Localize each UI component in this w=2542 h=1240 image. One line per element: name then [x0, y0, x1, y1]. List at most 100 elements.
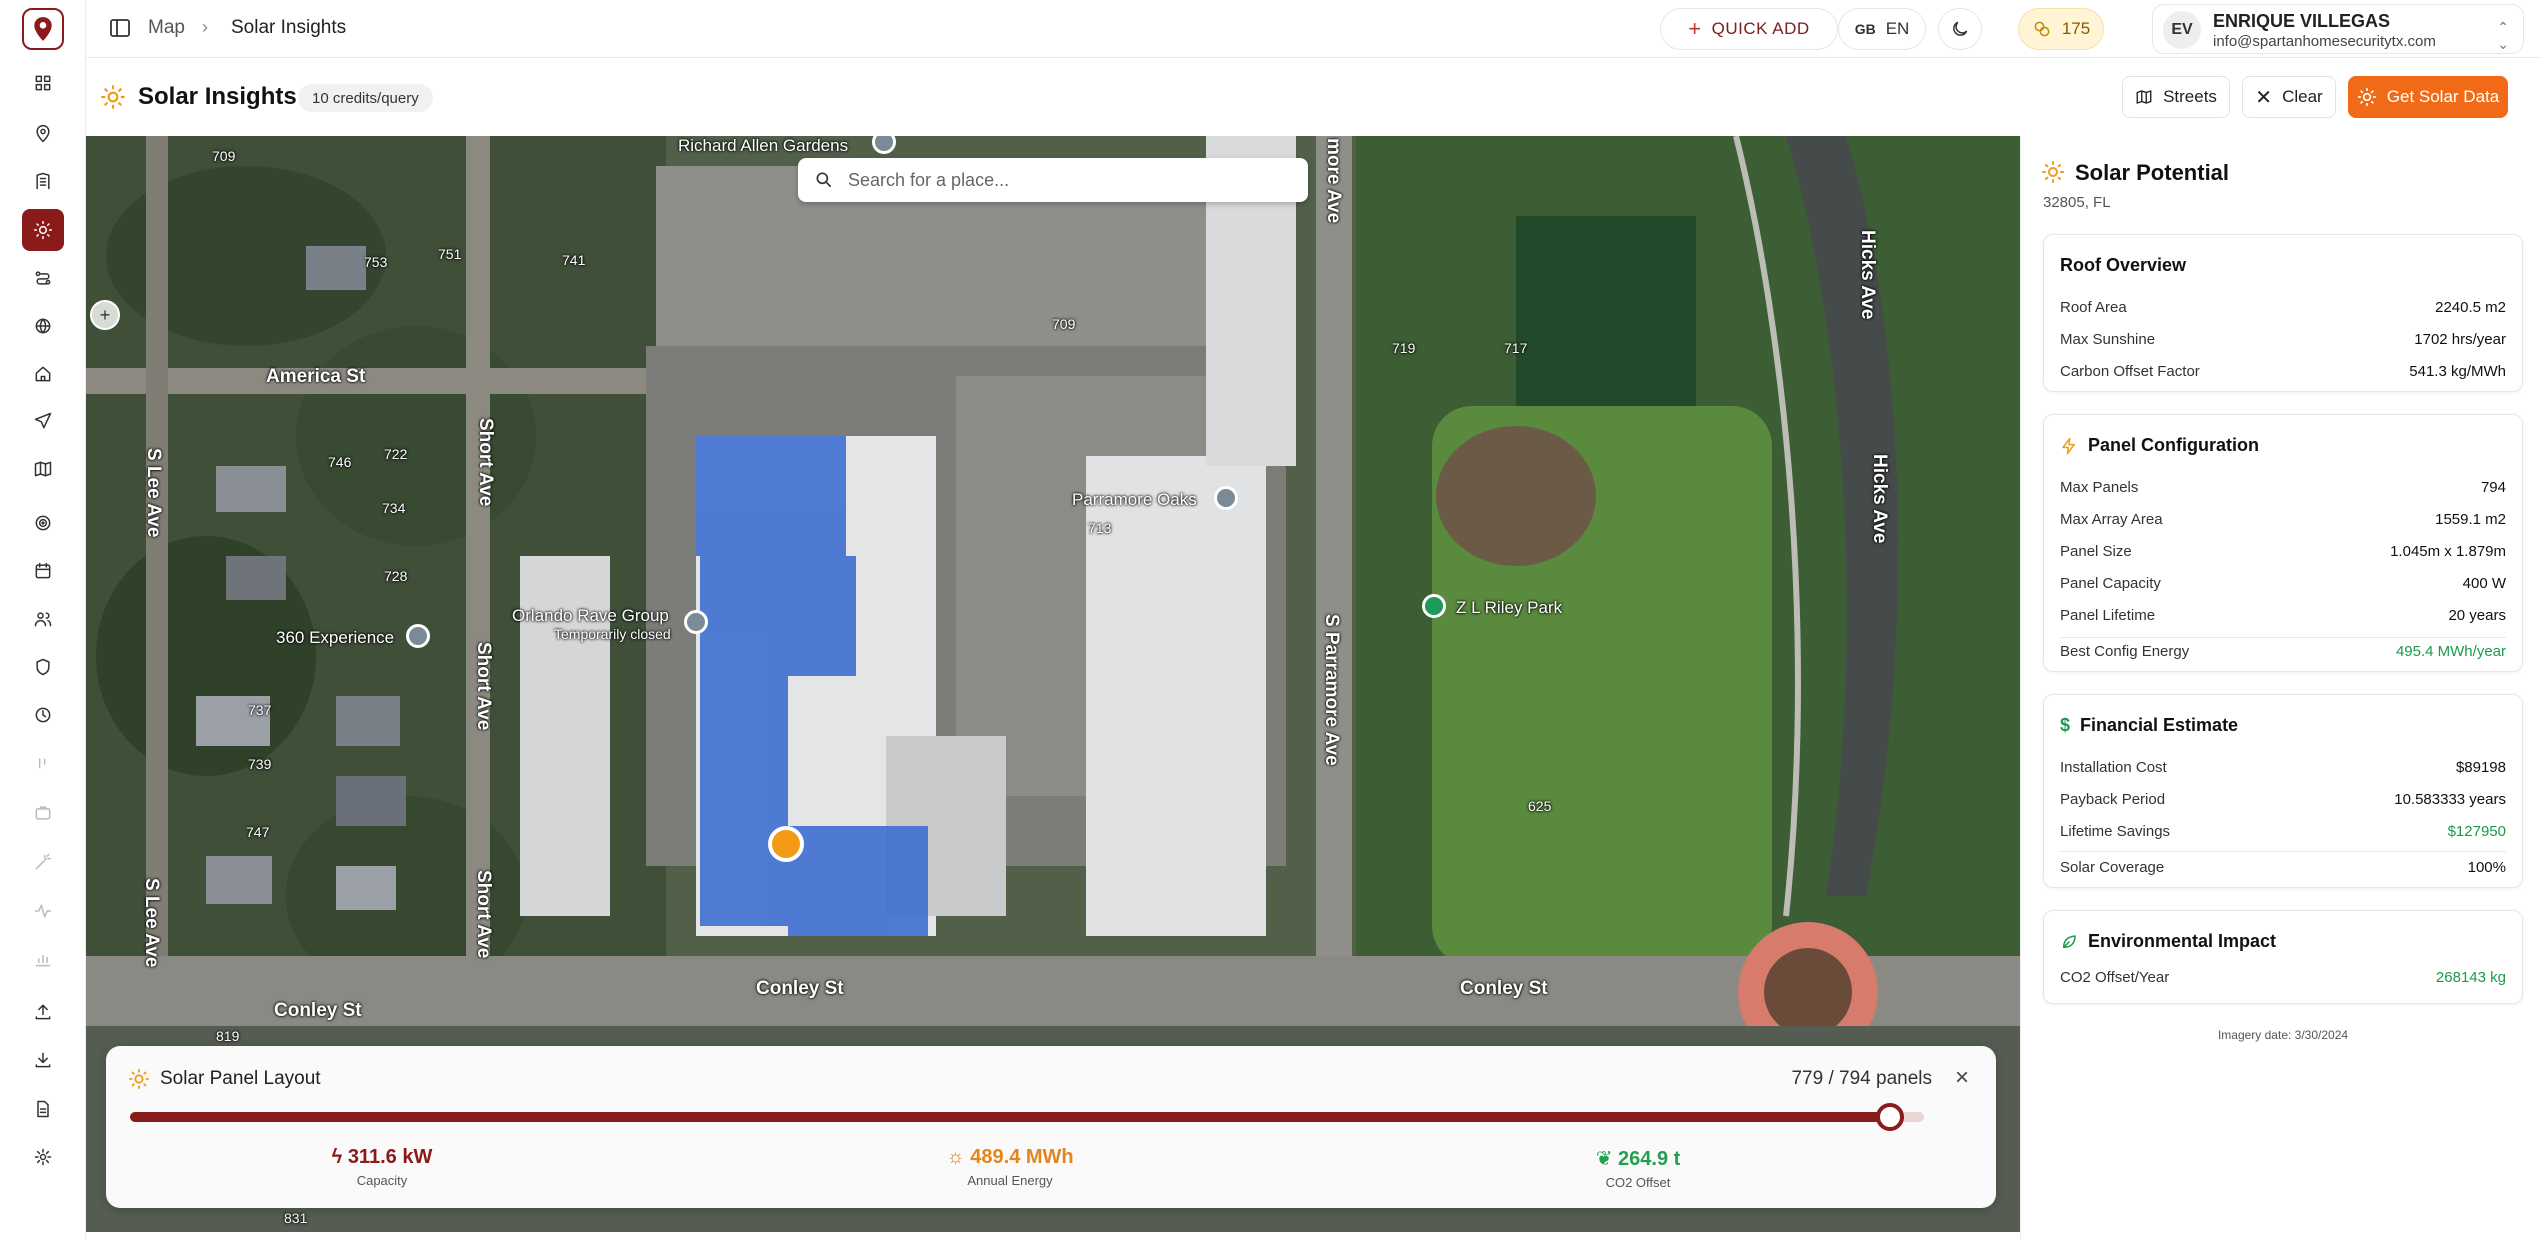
solar-potential-panel: Solar Potential 32805, FL Roof Overview …	[2020, 136, 2542, 1240]
map-house-number: 625	[1528, 798, 1552, 814]
user-menu[interactable]: EV ENRIQUE VILLEGAS info@spartanhomesecu…	[2152, 4, 2524, 54]
nav-download[interactable]	[22, 1039, 64, 1081]
clear-button[interactable]: ✕ Clear	[2242, 76, 2336, 118]
map-poi-park[interactable]	[1422, 594, 1446, 618]
divider	[2060, 851, 2506, 852]
panel-location: 32805, FL	[2043, 194, 2111, 211]
globe-icon	[35, 318, 51, 334]
map-house-number: 751	[438, 246, 462, 262]
breadcrumb-map[interactable]: Map	[148, 17, 185, 39]
map-house-number: 728	[384, 568, 408, 584]
sun-icon	[2357, 87, 2376, 107]
map-label-richard-allen: Richard Allen Gardens	[678, 136, 849, 155]
nav-globe[interactable]	[22, 305, 64, 347]
sun-icon	[128, 1068, 150, 1090]
map-poi-parramore-oaks[interactable]	[1214, 486, 1238, 510]
row-key: Max Array Area	[2060, 511, 2163, 528]
map-poi-orlando-rave[interactable]	[684, 610, 708, 634]
shield-icon	[36, 658, 50, 676]
satellite-map[interactable]: + Richard Allen Gardens America St Short…	[86, 136, 2020, 1232]
map-search-input[interactable]	[848, 166, 1288, 194]
flag-label: GB	[1854, 21, 1876, 37]
slider-handle[interactable]	[1875, 1103, 1904, 1131]
quick-add-label: QUICK ADD	[1711, 19, 1810, 38]
quick-add-button[interactable]: + QUICK ADD	[1660, 8, 1838, 50]
card-title: Panel Configuration	[2088, 435, 2259, 455]
map-icon	[2136, 90, 2152, 104]
map-label-conley-st-1: Conley St	[756, 978, 844, 999]
clear-label: Clear	[2282, 87, 2323, 106]
app-logo[interactable]	[22, 8, 64, 50]
panel-configuration-card: Panel Configuration Max Panels 794 Max Ar…	[2043, 414, 2523, 672]
nav-activity[interactable]	[22, 890, 64, 932]
theme-toggle-button[interactable]	[1938, 8, 1982, 50]
nav-upload[interactable]	[22, 991, 64, 1033]
close-icon[interactable]: ×	[1948, 1064, 1976, 1092]
nav-analytics[interactable]	[22, 938, 64, 980]
map-poi-360-experience[interactable]	[406, 624, 430, 648]
language-selector[interactable]: GB EN	[1838, 8, 1926, 50]
row-lifetime-savings: Lifetime Savings $127950	[2060, 823, 2506, 845]
nav-documents[interactable]	[22, 1088, 64, 1130]
map-label-short-ave-3: Short Ave	[473, 870, 494, 959]
nav-briefcase[interactable]	[22, 792, 64, 834]
streets-button[interactable]: Streets	[2122, 76, 2230, 118]
row-best-config-energy: Best Config Energy 495.4 MWh/year	[2060, 643, 2506, 665]
nav-history[interactable]	[22, 694, 64, 736]
get-solar-data-button[interactable]: Get Solar Data	[2348, 76, 2508, 118]
sidebar-toggle-icon[interactable]	[108, 16, 132, 40]
upload-icon	[35, 1004, 51, 1020]
map-control-button[interactable]: +	[90, 300, 120, 330]
map-house-number: 709	[1052, 316, 1076, 332]
leaf-icon: ❦	[1595, 1148, 1619, 1170]
row-key: CO2 Offset/Year	[2060, 969, 2170, 986]
nav-security[interactable]	[22, 646, 64, 688]
selected-building-marker[interactable]	[768, 826, 804, 862]
panel-count-slider[interactable]	[130, 1103, 1924, 1131]
map-search-box[interactable]	[798, 158, 1308, 202]
co2-offset-value: 264.9 t	[1618, 1148, 1681, 1170]
row-key: Max Panels	[2060, 479, 2139, 496]
clock-icon	[35, 707, 51, 723]
map-label-s-lee-ave-1: S Lee Ave	[143, 448, 164, 538]
sun-icon: ☼	[946, 1146, 971, 1168]
nav-buildings[interactable]	[22, 160, 64, 202]
user-email: info@spartanhomesecuritytx.com	[2213, 33, 2436, 50]
panel-title: Solar Potential	[2075, 160, 2230, 185]
map-label-more-ave: more Ave	[1323, 138, 1344, 224]
nav-send[interactable]	[22, 400, 64, 442]
nav-users[interactable]	[22, 598, 64, 640]
row-installation-cost: Installation Cost $89198	[2060, 759, 2506, 781]
nav-target[interactable]	[22, 502, 64, 544]
capacity-value: 311.6 kW	[347, 1146, 433, 1168]
row-panel-size: Panel Size 1.045m x 1.879m	[2060, 543, 2506, 565]
nav-map[interactable]	[22, 113, 64, 155]
map-label-america-st: America St	[266, 366, 366, 387]
map-house-number: 722	[384, 446, 408, 462]
row-key: Max Sunshine	[2060, 331, 2156, 348]
card-title: Environmental Impact	[2088, 931, 2277, 951]
nav-solar-insights[interactable]	[22, 209, 64, 251]
activity-icon	[34, 904, 52, 918]
nav-maps[interactable]	[22, 448, 64, 490]
map-label-hicks-ave-1: Hicks Ave	[1857, 230, 1878, 320]
chevron-up-down-icon: ⌃ ⌄	[2497, 19, 2509, 52]
avatar: EV	[2163, 11, 2201, 49]
credits-badge[interactable]: 175	[2018, 8, 2104, 50]
nav-calendar[interactable]	[22, 550, 64, 592]
nav-settings[interactable]	[22, 1136, 64, 1178]
app-root: Map › Solar Insights + QUICK ADD GB EN 1…	[0, 0, 2542, 1240]
nav-columns[interactable]	[22, 744, 64, 786]
slider-fill	[130, 1112, 1890, 1122]
nav-routes[interactable]	[22, 257, 64, 299]
page-header: Solar Insights 10 credits/query Streets …	[86, 58, 2542, 136]
row-key: Panel Lifetime	[2060, 607, 2156, 624]
nav-home[interactable]	[22, 353, 64, 395]
document-icon	[37, 1100, 49, 1118]
row-key: Carbon Offset Factor	[2060, 363, 2200, 380]
nav-magic[interactable]	[22, 841, 64, 883]
roof-overview-card: Roof Overview Roof Area 2240.5 m2 Max Sun…	[2043, 234, 2523, 392]
search-icon	[816, 172, 832, 188]
map-house-number: 741	[562, 252, 586, 268]
nav-dashboard[interactable]	[22, 62, 64, 104]
